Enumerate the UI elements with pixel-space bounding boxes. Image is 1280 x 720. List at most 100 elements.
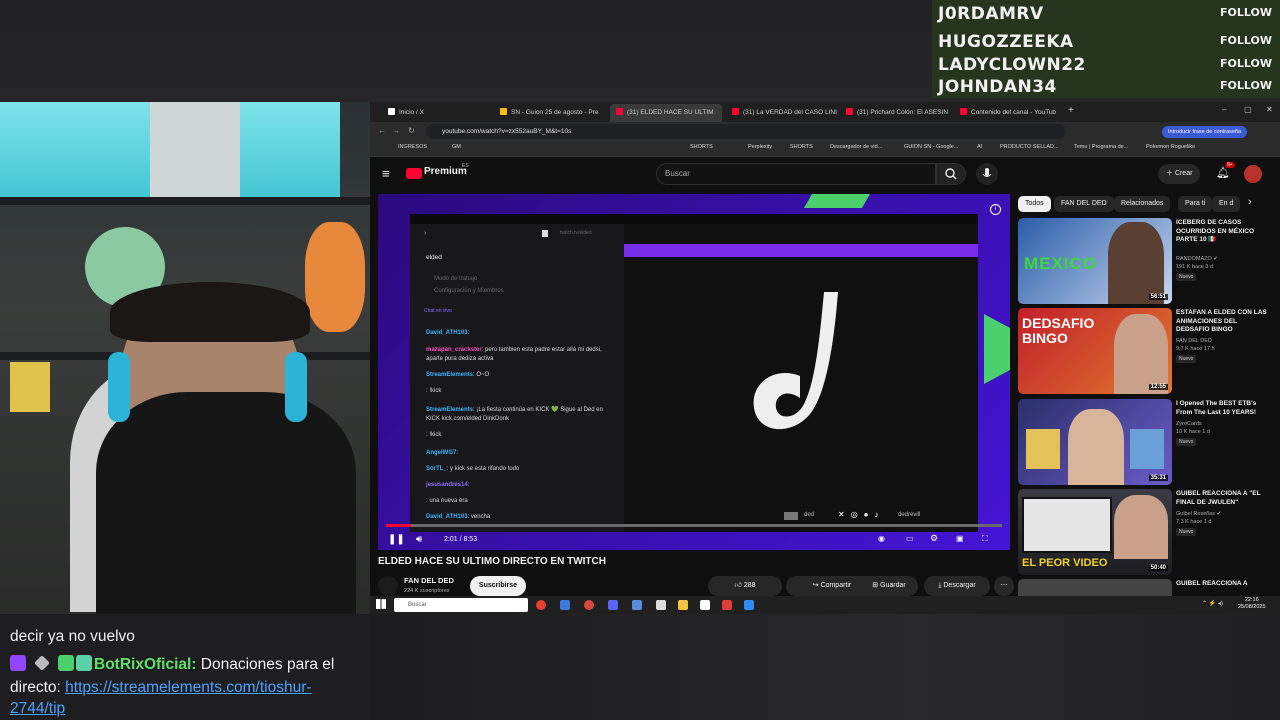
bookmark[interactable]: GM (452, 144, 461, 150)
channel-avatar[interactable] (378, 576, 398, 596)
new-tab-button[interactable]: + (1068, 105, 1074, 116)
app-icon[interactable] (560, 600, 570, 610)
video-thumbnail[interactable]: MEXICO 56:51 (1018, 218, 1172, 304)
chrome-icon[interactable] (536, 600, 546, 610)
recommended-video[interactable]: GUIBEL REACCIONA A (1018, 579, 1274, 596)
like-button[interactable]: 👍︎ 288 (708, 576, 782, 596)
youtube-logo-text[interactable]: Premium (424, 166, 467, 177)
miniplayer-icon[interactable]: ▣ (956, 534, 964, 543)
reload-button[interactable]: ↻ (408, 126, 415, 135)
system-tray-icons[interactable]: ⌃ ⚡ ◂) (1202, 600, 1223, 607)
bookmark[interactable]: INGRESOS (398, 144, 427, 150)
donation-link[interactable]: https://streamelements.com/tioshur- (65, 679, 311, 696)
browser-tab-active[interactable]: (31) ELDED HACE SU ULTIM (610, 104, 722, 122)
recommended-video[interactable]: MEXICO 56:51 ICEBERG DE CASOS OCURRIDOS … (1018, 218, 1274, 306)
chip-todos[interactable]: Todos (1018, 196, 1051, 212)
recommended-video[interactable]: 35:31 I Opened The BEST ETB's From The L… (1018, 399, 1274, 487)
video-title[interactable]: GUIBEL REACCIONA A (1176, 580, 1272, 589)
chip-more[interactable]: En d (1212, 196, 1241, 212)
avatar[interactable] (1244, 165, 1262, 183)
recommended-video[interactable]: EL PEOR VIDEO 50:40 GUIBEL REACCIONA A "… (1018, 489, 1274, 577)
video-thumbnail[interactable] (1018, 579, 1172, 596)
file-explorer-icon[interactable] (678, 600, 688, 610)
channel-name[interactable]: FAN DEL DED (404, 576, 454, 585)
video-thumbnail[interactable]: EL PEOR VIDEO 50:40 (1018, 489, 1172, 575)
back-button[interactable]: ← (378, 126, 386, 135)
create-button[interactable]: ＋ Crear (1158, 164, 1201, 184)
minimize-button[interactable]: – (1222, 105, 1226, 114)
chip-for-you[interactable]: Para ti (1178, 196, 1213, 212)
browser-tab[interactable]: (31) Prichard Colón: El ASESIN (840, 104, 952, 122)
channel-name[interactable]: FAN DEL DED (1176, 338, 1212, 344)
video-title: ELDED HACE SU ULTIMO DIRECTO EN TWITCH (378, 556, 606, 567)
more-options-button[interactable]: ⋯ (994, 576, 1014, 596)
settings-gear-icon[interactable]: ⚙ (930, 533, 938, 544)
download-button[interactable]: ⤓ Descargar (924, 576, 990, 596)
channel-name[interactable]: ZyroCards (1176, 421, 1202, 427)
inner-chat-message: : !kick (426, 388, 441, 394)
browser-tab[interactable]: Inicio / X (382, 104, 494, 122)
taskbar-search[interactable]: Buscar (394, 598, 528, 612)
brave-icon[interactable] (722, 600, 732, 610)
search-button[interactable] (936, 163, 966, 185)
close-window-button[interactable]: ✕ (1266, 105, 1273, 114)
recommended-video[interactable]: DEDSAFIO BINGO 12:55 ESTAFAN A ELDED CON… (1018, 308, 1274, 396)
region-label: ES (462, 163, 469, 169)
search-input[interactable]: Buscar (656, 163, 936, 185)
volume-icon[interactable]: 🔊︎ (416, 534, 422, 545)
clock[interactable]: 22:16 25/08/2025 (1238, 597, 1266, 611)
autoplay-toggle[interactable]: ◉ (878, 534, 885, 543)
save-button[interactable]: ⊞ Guardar (860, 576, 918, 596)
pause-button[interactable]: ❚❚ (388, 534, 405, 545)
channel-name[interactable]: RANDOMAZO ✔ (1176, 256, 1218, 262)
video-player[interactable]: › twitch.tv/elded elded Modo de trabajo … (378, 194, 1010, 550)
video-title[interactable]: ESTAFAN A ELDED CON LAS ANIMACIONES DEL … (1176, 309, 1272, 335)
bookmark[interactable]: Descargador de vid... (830, 144, 882, 150)
bookmark[interactable]: SHORTS (790, 144, 813, 150)
microphone-icon (982, 168, 992, 177)
donation-link[interactable]: 2744/tip (10, 700, 65, 717)
subscribe-button[interactable]: Suscribirse (470, 576, 526, 596)
bookmark[interactable]: PRODUCTO SELLAD... (1000, 144, 1059, 150)
app-icon[interactable] (744, 600, 754, 610)
bookmark[interactable]: Perplexity (748, 144, 772, 150)
video-title[interactable]: I Opened The BEST ETB's From The Last 10… (1176, 400, 1272, 417)
info-icon[interactable]: i (990, 204, 1001, 215)
windows-start-icon[interactable] (376, 599, 386, 609)
voice-search-button[interactable] (976, 163, 998, 185)
address-bar[interactable]: youtube.com/watch?v=zx552auBY_M&t=10s (426, 124, 1066, 139)
inner-chat-user: mazapan_crackster (426, 347, 482, 353)
bookmark[interactable]: SHORTS (690, 144, 713, 150)
video-thumbnail[interactable]: 35:31 (1018, 399, 1172, 485)
subtitles-icon[interactable]: ▭ (906, 534, 914, 543)
bookmark[interactable]: Temu | Programa de... (1074, 144, 1128, 150)
follower-row: JOHNDAN34 FOLLOW (936, 77, 1274, 99)
video-thumbnail[interactable]: DEDSAFIO BINGO 12:55 (1018, 308, 1172, 394)
app-icon[interactable] (584, 600, 594, 610)
browser-tab[interactable]: Contenido del canal - YouTub (954, 104, 1066, 122)
maximize-button[interactable]: ▢ (1244, 105, 1252, 114)
follower-row: HUGOZZEEKA FOLLOW (936, 32, 1274, 54)
chip-related[interactable]: Relacionados (1114, 196, 1171, 212)
bookmark[interactable]: GUION SN - Google... (904, 144, 958, 150)
browser-tab[interactable]: (31) La VERDAD del CASO LINI (726, 104, 838, 122)
fullscreen-icon[interactable]: ⛶ (982, 534, 988, 544)
bookmark[interactable]: Pokemon Roguelike (1146, 144, 1195, 150)
forward-button[interactable]: → (392, 126, 400, 135)
youtube-logo-icon[interactable] (406, 168, 422, 179)
password-prompt-button[interactable]: Introducir frase de contraseña (1162, 126, 1248, 138)
video-title[interactable]: ICEBERG DE CASOS OCURRIDOS EN MÉXICO PAR… (1176, 219, 1272, 245)
channel-name[interactable]: Guibel Reseñas ✔ (1176, 511, 1221, 517)
app-icon[interactable] (656, 600, 666, 610)
discord-icon[interactable] (608, 600, 618, 610)
notepad-icon[interactable] (700, 600, 710, 610)
bookmark[interactable]: AI (977, 144, 982, 150)
steam-icon[interactable] (632, 600, 642, 610)
stream-chat-overlay: decir ya no vuelvo BotRixOficial: Donaci… (0, 614, 370, 720)
browser-tab[interactable]: SN - Guion 25 de agosto - Pre (494, 104, 606, 122)
chip-channel[interactable]: FAN DEL DED (1054, 196, 1114, 212)
video-title[interactable]: GUIBEL REACCIONA A "EL FINAL DE JWULEN" (1176, 490, 1272, 507)
progress-bar[interactable] (386, 524, 1002, 527)
chevron-right-icon[interactable]: › (1248, 196, 1252, 208)
menu-icon[interactable]: ≡ (382, 166, 390, 181)
